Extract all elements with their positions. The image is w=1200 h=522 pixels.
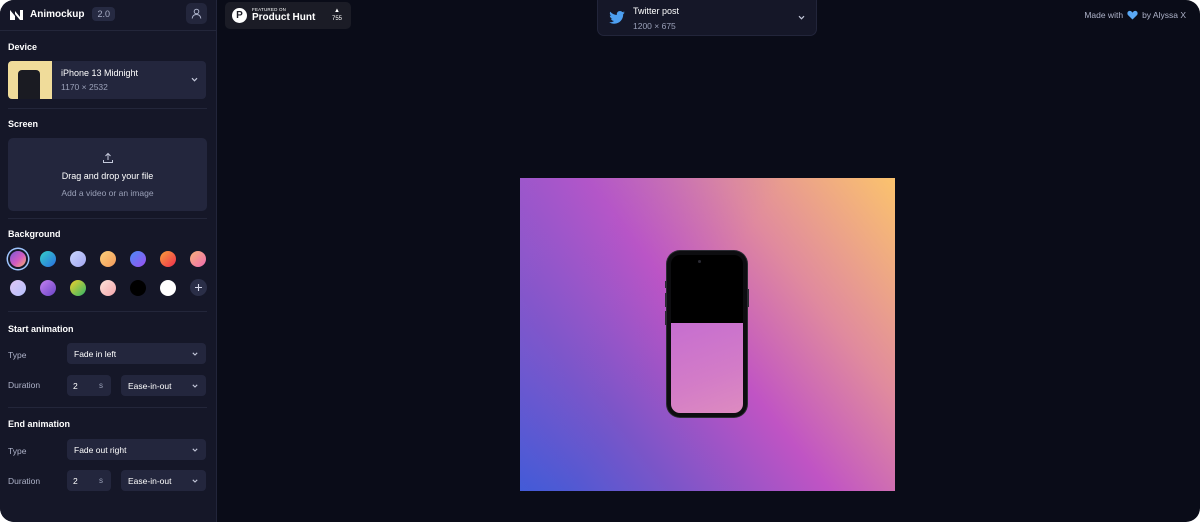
profile-button[interactable] bbox=[186, 3, 207, 24]
start-easing-select[interactable]: Ease-in-out bbox=[121, 375, 206, 396]
screen-section-title: Screen bbox=[8, 119, 39, 129]
background-swatch-gradient-purple[interactable] bbox=[40, 280, 56, 296]
user-icon bbox=[191, 8, 202, 19]
product-hunt-logo-icon: P bbox=[232, 8, 247, 23]
background-swatch-gradient-violet-blue[interactable] bbox=[130, 251, 146, 267]
divider bbox=[8, 311, 207, 312]
background-swatch-gradient-lavender[interactable] bbox=[10, 280, 26, 296]
background-swatch-gradient-pink-blue[interactable] bbox=[10, 251, 26, 267]
background-swatch-gradient-coral[interactable] bbox=[190, 251, 206, 267]
dropzone-subtitle: Add a video or an image bbox=[61, 188, 154, 198]
phone-mute-button bbox=[665, 281, 667, 288]
end-type-value: Fade out right bbox=[74, 444, 127, 455]
divider bbox=[8, 218, 207, 219]
start-easing-value: Ease-in-out bbox=[128, 380, 172, 391]
credit-suffix: by Alyssa X bbox=[1142, 10, 1186, 20]
start-type-select[interactable]: Fade in left bbox=[67, 343, 206, 364]
chevron-down-icon bbox=[192, 448, 198, 452]
device-thumbnail bbox=[8, 61, 52, 99]
file-dropzone[interactable]: Drag and drop your file Add a video or a… bbox=[8, 138, 207, 211]
end-animation-title: End animation bbox=[8, 419, 71, 429]
plus-icon bbox=[195, 284, 202, 291]
dropzone-title: Drag and drop your file bbox=[61, 171, 154, 181]
format-name: Twitter post bbox=[633, 6, 680, 16]
start-animation-title: Start animation bbox=[8, 324, 74, 334]
end-type-select[interactable]: Fade out right bbox=[67, 439, 206, 460]
start-duration-label: Duration bbox=[8, 380, 41, 390]
background-swatch-solid-white[interactable] bbox=[160, 280, 176, 296]
divider bbox=[0, 30, 216, 31]
device-select[interactable]: iPhone 13 Midnight 1170 × 2532 bbox=[8, 61, 206, 99]
end-easing-select[interactable]: Ease-in-out bbox=[121, 470, 206, 491]
camera-icon bbox=[698, 260, 701, 263]
end-duration-input[interactable]: 2 s bbox=[67, 470, 111, 491]
phone-screen-dark bbox=[671, 255, 743, 323]
phone-thumbnail-icon bbox=[18, 70, 40, 99]
start-type-label: Type bbox=[8, 350, 27, 360]
sidebar: Animockup 2.0 Device iPhone 13 Midnight … bbox=[0, 0, 217, 522]
end-type-label: Type bbox=[8, 446, 27, 456]
format-select[interactable]: Twitter post 1200 × 675 bbox=[597, 0, 817, 36]
phone-power-button bbox=[747, 289, 749, 307]
chevron-down-icon bbox=[798, 15, 805, 20]
divider bbox=[8, 108, 207, 109]
divider bbox=[8, 407, 207, 408]
background-swatch-gradient-peach[interactable] bbox=[100, 251, 116, 267]
app-window: Animockup 2.0 Device iPhone 13 Midnight … bbox=[0, 0, 1200, 522]
credit[interactable]: Made with by Alyssa X bbox=[1084, 10, 1186, 20]
app-name: Animockup bbox=[30, 8, 85, 20]
phone-screen-gradient bbox=[671, 323, 743, 413]
end-duration-label: Duration bbox=[8, 476, 41, 486]
device-resolution: 1170 × 2532 bbox=[61, 82, 108, 92]
phone-volume-up-button bbox=[665, 293, 667, 307]
end-duration-value: 2 bbox=[73, 475, 78, 486]
background-section-title: Background bbox=[8, 229, 61, 239]
product-hunt-votes: 755 bbox=[331, 16, 342, 22]
device-name: iPhone 13 Midnight bbox=[61, 68, 139, 78]
start-duration-unit: s bbox=[99, 381, 103, 390]
add-background-button[interactable] bbox=[190, 279, 207, 296]
end-duration-unit: s bbox=[99, 476, 103, 485]
iphone-mockup bbox=[665, 251, 749, 417]
mockup-canvas[interactable] bbox=[520, 178, 895, 491]
start-duration-value: 2 bbox=[73, 380, 78, 391]
background-swatch-gradient-orange-red[interactable] bbox=[160, 251, 176, 267]
product-hunt-name: Product Hunt bbox=[252, 12, 316, 24]
heart-icon bbox=[1127, 10, 1138, 20]
version-badge: 2.0 bbox=[92, 7, 115, 21]
upvote-arrow-icon: ▲ bbox=[334, 8, 340, 14]
animockup-logo-icon bbox=[10, 10, 23, 20]
credit-prefix: Made with bbox=[1084, 10, 1124, 20]
background-swatch-solid-black[interactable] bbox=[130, 280, 146, 296]
format-size: 1200 × 675 bbox=[633, 21, 676, 31]
chevron-down-icon bbox=[191, 77, 198, 82]
chevron-down-icon bbox=[192, 479, 198, 483]
chevron-down-icon bbox=[192, 384, 198, 388]
brand: Animockup 2.0 bbox=[10, 6, 115, 22]
start-type-value: Fade in left bbox=[74, 348, 117, 359]
phone-volume-down-button bbox=[665, 311, 667, 325]
upload-icon bbox=[102, 152, 113, 163]
background-swatch-gradient-blush[interactable] bbox=[100, 280, 116, 296]
twitter-icon bbox=[609, 11, 625, 24]
product-hunt-badge[interactable]: P FEATURED ON Product Hunt ▲ 755 bbox=[225, 2, 351, 29]
end-easing-value: Ease-in-out bbox=[128, 475, 172, 486]
background-swatch-gradient-periwinkle[interactable] bbox=[70, 251, 86, 267]
chevron-down-icon bbox=[192, 352, 198, 356]
device-section-title: Device bbox=[8, 42, 38, 52]
background-swatch-gradient-teal[interactable] bbox=[40, 251, 56, 267]
background-swatch-gradient-lime[interactable] bbox=[70, 280, 86, 296]
start-duration-input[interactable]: 2 s bbox=[67, 375, 111, 396]
